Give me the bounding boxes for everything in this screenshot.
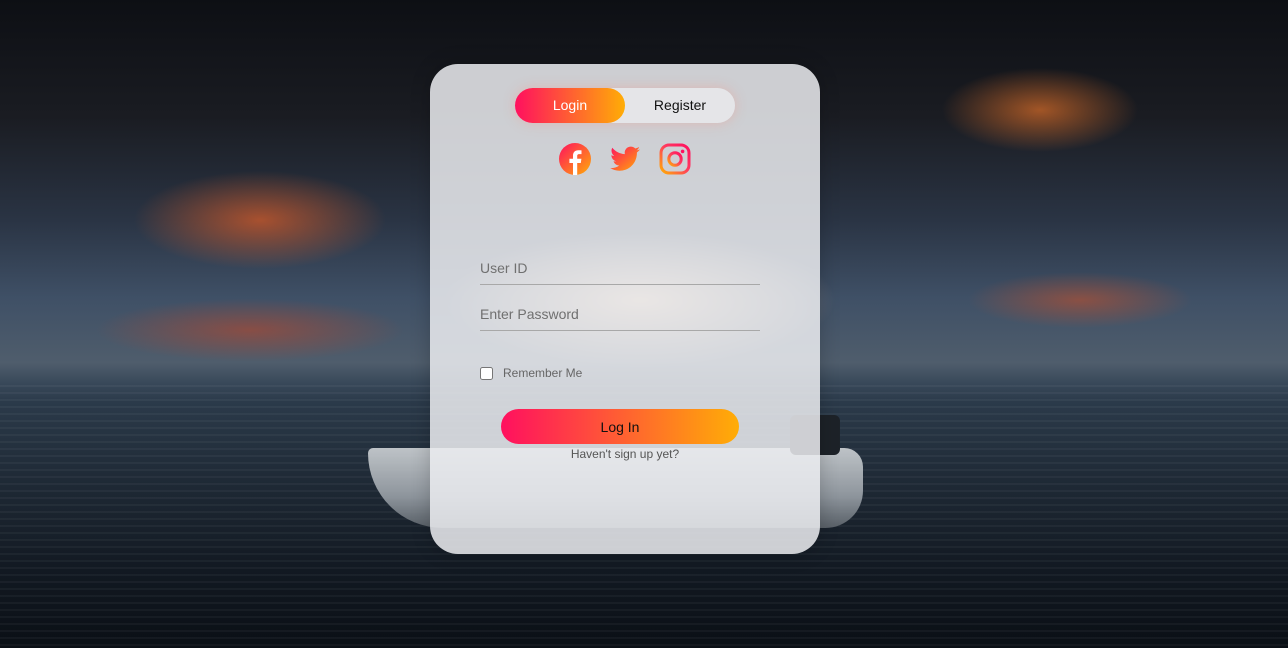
password-input[interactable] xyxy=(480,297,760,331)
user-id-input[interactable] xyxy=(480,251,760,285)
remember-me-row: Remember Me xyxy=(480,364,582,382)
remember-me-checkbox[interactable] xyxy=(480,366,493,380)
twitter-icon[interactable] xyxy=(608,142,642,176)
log-in-button[interactable]: Log In xyxy=(501,409,739,444)
facebook-icon[interactable] xyxy=(558,142,592,176)
social-icons-row xyxy=(558,142,694,176)
signup-link[interactable]: Haven't sign up yet? xyxy=(430,447,820,461)
tab-login[interactable]: Login xyxy=(515,88,625,123)
tab-switch: Login Register xyxy=(515,88,735,123)
login-card: Login Register User ID Remember Me Log I… xyxy=(430,64,820,554)
instagram-icon[interactable] xyxy=(658,142,692,176)
tab-register[interactable]: Register xyxy=(625,88,735,123)
remember-me-label: Remember Me xyxy=(503,366,583,380)
